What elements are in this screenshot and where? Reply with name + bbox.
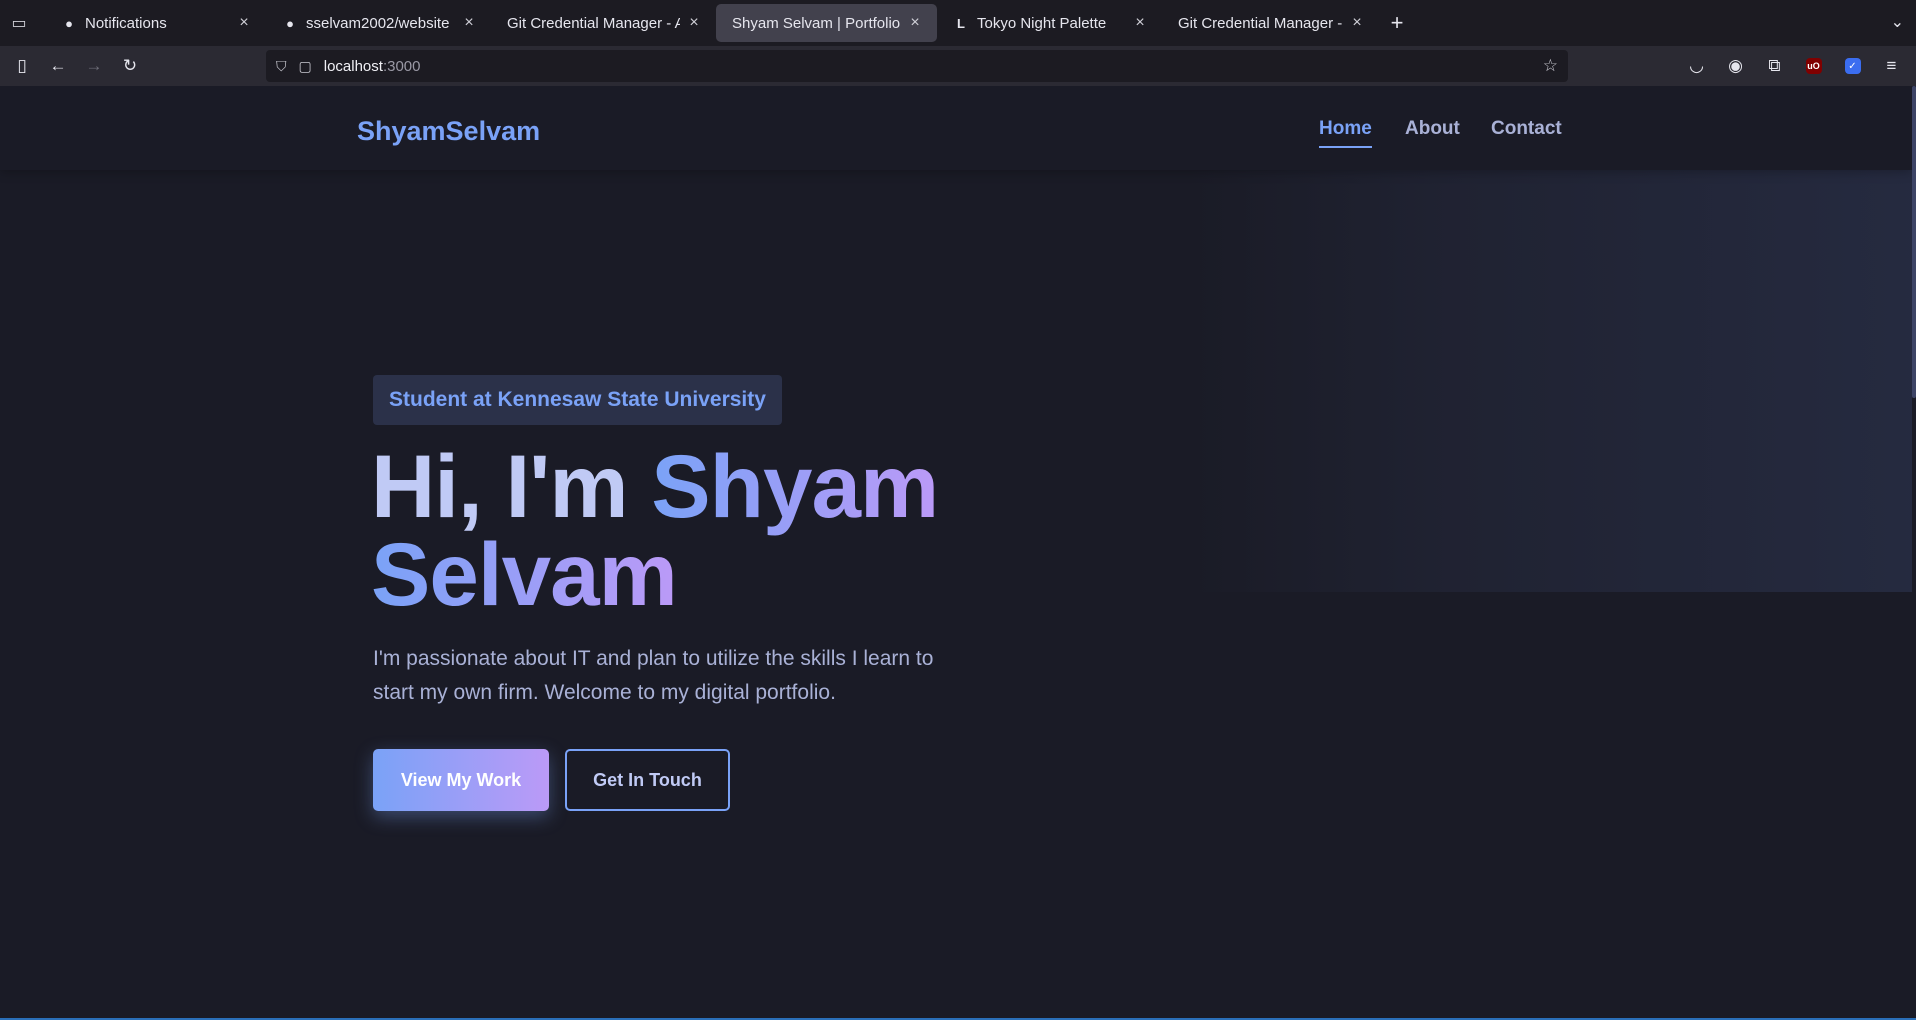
scrollbar-thumb[interactable]: [1912, 86, 1916, 398]
forward-icon[interactable]: →: [76, 50, 112, 82]
hero-greeting: Hi, I'm: [371, 436, 652, 536]
tab-title: Notifications: [85, 14, 167, 32]
url-host: localhost: [323, 57, 383, 75]
page-scrollbar[interactable]: [1912, 86, 1916, 1020]
toolbar-right: ◡ ◉ ⧉ uO ✓ ≡: [1678, 50, 1910, 82]
close-icon[interactable]: ×: [461, 14, 477, 32]
firefox-view-icon[interactable]: ▭: [0, 0, 38, 46]
shield-icon[interactable]: ⛉: [276, 58, 287, 75]
get-in-touch-button[interactable]: Get In Touch: [565, 749, 730, 811]
site-nav: Home About Contact: [0, 118, 1912, 148]
view-my-work-button[interactable]: View My Work: [373, 749, 549, 811]
chevron-down-icon[interactable]: ⌄: [1891, 12, 1904, 32]
page-viewport: ShyamSelvam Home About Contact Student a…: [0, 86, 1916, 1020]
site-header: ShyamSelvam Home About Contact: [0, 86, 1912, 170]
tab-title: Shyam Selvam | Portfolio: [732, 14, 901, 32]
extensions-icon[interactable]: ⧉: [1756, 50, 1793, 82]
nav-link-about[interactable]: About: [1405, 118, 1460, 140]
close-icon[interactable]: ×: [236, 14, 252, 32]
tab-title: sselvam2002/website: [306, 14, 450, 32]
close-icon[interactable]: ×: [1349, 14, 1365, 32]
hero-name-last: Selvam: [371, 524, 678, 624]
url-bar[interactable]: ⛉ ▢ localhost:3000 ☆: [266, 50, 1568, 82]
tab-bar: ▭ ● Notifications × ● sselvam2002/websit…: [0, 0, 1916, 46]
github-icon: ●: [65, 15, 73, 31]
tab-website-repo[interactable]: ● sselvam2002/website ×: [266, 4, 491, 42]
sidebar-icon[interactable]: ▯: [4, 50, 40, 82]
pocket-icon[interactable]: ◡: [1678, 50, 1715, 82]
hero-description: I'm passionate about IT and plan to util…: [373, 647, 934, 704]
tab-title: Git Credential Manager - Auth: [1178, 14, 1343, 32]
github-icon: ●: [286, 15, 294, 31]
hero-name-first: Shyam: [651, 436, 939, 536]
hero-title: Hi, I'm Shyam Selvam: [371, 442, 1071, 619]
reload-icon[interactable]: ↻: [112, 50, 148, 82]
bookmark-star-icon[interactable]: ☆: [1543, 56, 1558, 76]
lospec-icon: L: [957, 15, 965, 31]
url-port: :3000: [382, 57, 421, 75]
bitwarden-icon[interactable]: ✓: [1834, 50, 1871, 82]
account-icon[interactable]: ◉: [1717, 50, 1754, 82]
tab-git-credential-manager-2[interactable]: Git Credential Manager - Auth ×: [1162, 4, 1379, 42]
tab-title: Git Credential Manager - Auth: [507, 14, 680, 32]
tab-title: Tokyo Night Palette: [977, 14, 1107, 32]
menu-icon[interactable]: ≡: [1873, 50, 1910, 82]
status-badge: Student at Kennesaw State University: [373, 375, 782, 425]
navigation-toolbar: ▯ ← → ↻ ⛉ ▢ localhost:3000 ☆ ◡ ◉ ⧉ uO ✓ …: [0, 46, 1916, 86]
new-tab-icon[interactable]: +: [1379, 5, 1415, 41]
tab-git-credential-manager[interactable]: Git Credential Manager - Auth ×: [491, 4, 716, 42]
back-icon[interactable]: ←: [40, 50, 76, 82]
hero-background-glow: [1190, 170, 1916, 592]
tab-portfolio[interactable]: Shyam Selvam | Portfolio ×: [716, 4, 937, 42]
close-icon[interactable]: ×: [907, 14, 923, 32]
ublock-origin-icon[interactable]: uO: [1795, 50, 1832, 82]
tab-tokyo-night-palette[interactable]: L Tokyo Night Palette ×: [937, 4, 1162, 42]
nav-link-contact[interactable]: Contact: [1491, 118, 1562, 140]
nav-link-home[interactable]: Home: [1319, 118, 1372, 148]
tab-notifications[interactable]: ● Notifications ×: [45, 4, 266, 42]
close-icon[interactable]: ×: [686, 14, 702, 32]
page-icon[interactable]: ▢: [299, 58, 312, 75]
close-icon[interactable]: ×: [1132, 14, 1148, 32]
